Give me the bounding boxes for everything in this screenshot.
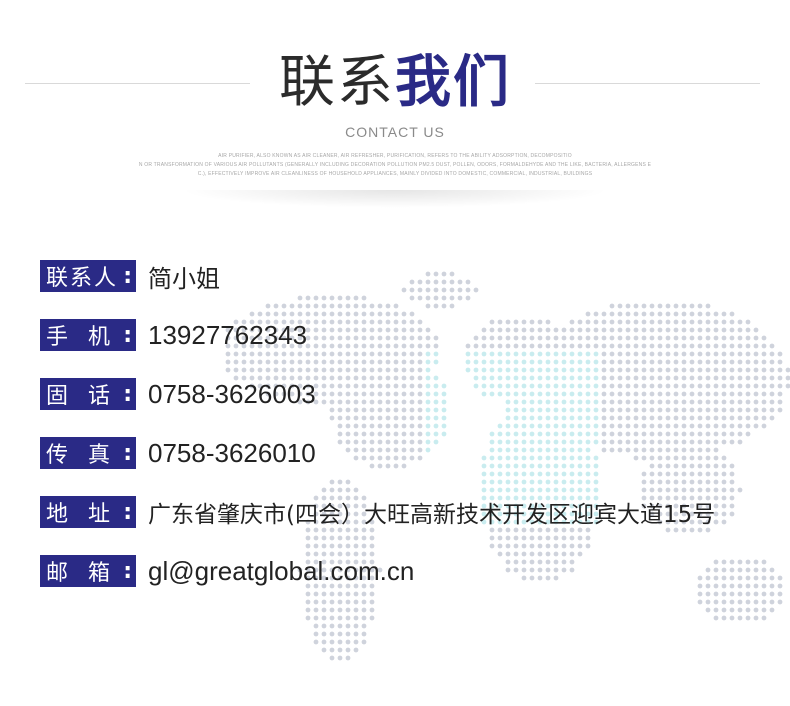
contact-label: 手 机 : xyxy=(40,319,136,351)
contact-label: 联系人 : xyxy=(40,260,136,292)
phone-value[interactable]: 0758-3626003 xyxy=(148,379,316,410)
contact-row-address: 地 址 : 广东省肇庆市(四会）大旺高新技术开发区迎宾大道15号 xyxy=(40,496,715,528)
contact-label: 地 址 : xyxy=(40,496,136,528)
page-title-bold: 我们 xyxy=(395,50,511,115)
contact-row-email: 邮 箱 : gl@greatglobal.com.cn xyxy=(40,555,414,587)
contact-row-mobile: 手 机 : 13927762343 xyxy=(40,319,307,351)
page-title: 联系我们 xyxy=(0,48,790,118)
contact-row-person: 联系人 : 简小姐 xyxy=(40,260,220,293)
page-subtitle: CONTACT US xyxy=(345,124,445,140)
header: 联系我们 CONTACT US AIR PURIFIER, ALSO KNOWN… xyxy=(0,0,790,230)
address-value: 广东省肇庆市(四会）大旺高新技术开发区迎宾大道15号 xyxy=(148,502,716,528)
micro-text-line: AIR PURIFIER, ALSO KNOWN AS AIR CLEANER,… xyxy=(218,153,572,159)
contact-row-fax: 传 真 : 0758-3626010 xyxy=(40,437,316,469)
contact-label: 邮 箱 : xyxy=(40,555,136,587)
micro-text-line: C.), EFFECTIVELY IMPROVE AIR CLEANLINESS… xyxy=(197,171,593,177)
contact-row-phone: 固 话 : 0758-3626003 xyxy=(40,378,316,410)
fax-value: 0758-3626010 xyxy=(148,437,316,468)
contact-label: 固 话 : xyxy=(40,378,136,410)
page-title-light: 联系 xyxy=(279,50,395,115)
mobile-value[interactable]: 13927762343 xyxy=(148,320,307,351)
micro-text-line: N OR TRANSFORMATION OF VARIOUS AIR POLLU… xyxy=(138,162,652,168)
email-link[interactable]: gl@greatglobal.com.cn xyxy=(148,556,414,587)
header-shadow xyxy=(180,190,610,208)
contact-label: 传 真 : xyxy=(40,437,136,469)
contact-person-value: 简小姐 xyxy=(148,264,220,293)
